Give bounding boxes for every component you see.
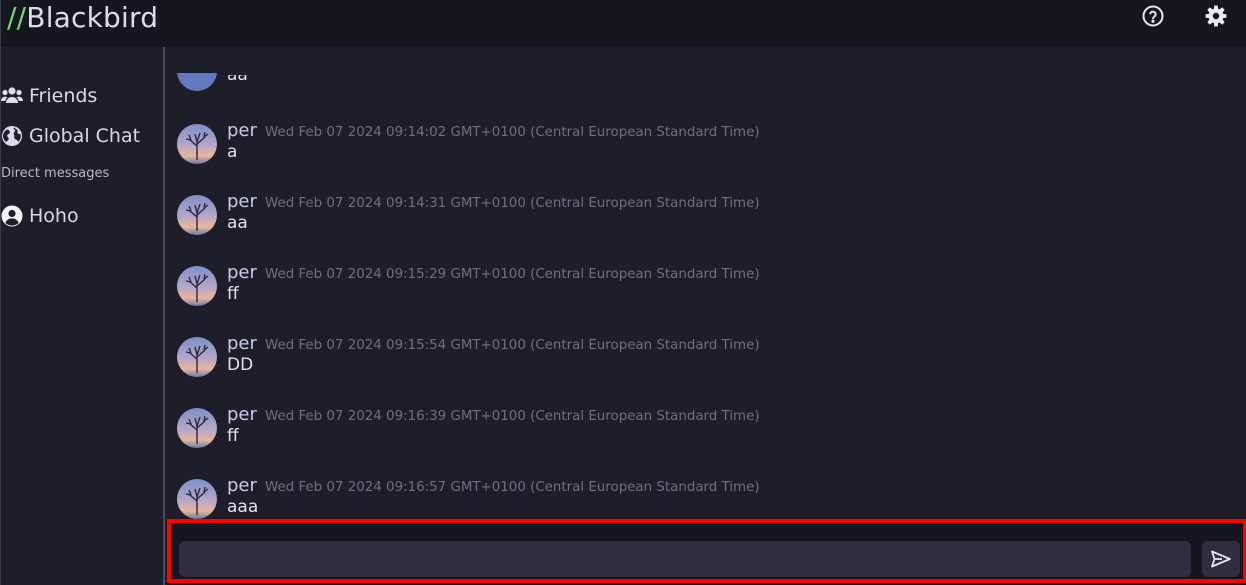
dm-section-heading: Direct messages — [1, 166, 110, 181]
dm-item-hoho[interactable]: Hoho — [1, 202, 79, 230]
avatar — [177, 124, 217, 164]
message-item: per Wed Feb 07 2024 09:16:39 GMT+0100 (C… — [177, 404, 1237, 468]
top-bar: //Blackbird — [1, 0, 1246, 47]
gear-icon[interactable] — [1204, 4, 1228, 28]
message-item: per Wed Feb 07 2024 09:15:29 GMT+0100 (C… — [177, 262, 1237, 326]
message-timestamp: Wed Feb 07 2024 09:14:31 GMT+0100 (Centr… — [265, 196, 760, 211]
message-author[interactable]: per — [227, 191, 257, 212]
avatar — [177, 73, 217, 91]
send-icon — [1211, 550, 1231, 568]
user-icon — [1, 205, 23, 227]
message-input[interactable] — [179, 541, 1191, 577]
sidebar-item-label: Friends — [29, 85, 98, 107]
friends-icon — [1, 87, 23, 103]
globe-icon — [2, 126, 22, 146]
message-item: per Wed Feb 07 2024 09:15:54 GMT+0100 (C… — [177, 333, 1237, 397]
message-timestamp: Wed Feb 07 2024 09:14:02 GMT+0100 (Centr… — [265, 125, 760, 140]
message-timestamp: Wed Feb 07 2024 09:15:54 GMT+0100 (Centr… — [265, 338, 760, 353]
message-author[interactable]: per — [227, 475, 257, 496]
message-author[interactable]: per — [227, 120, 257, 141]
message-text: aa — [227, 75, 248, 85]
app-window: //Blackbird Friends Global Chat Direct m… — [0, 0, 1246, 585]
message-author[interactable]: per — [227, 404, 257, 425]
send-button[interactable] — [1202, 541, 1240, 577]
message-text: a — [227, 142, 238, 162]
message-text: aa — [227, 213, 248, 233]
message-list[interactable]: aa per Wed Feb 07 2024 09:14:02 GMT+0100… — [167, 47, 1246, 519]
help-icon[interactable] — [1141, 4, 1165, 28]
sidebar-item-friends[interactable]: Friends — [1, 82, 97, 110]
avatar — [177, 408, 217, 448]
message-text: ff — [227, 284, 239, 304]
message-timestamp: Wed Feb 07 2024 09:16:39 GMT+0100 (Centr… — [265, 409, 760, 424]
message-timestamp: Wed Feb 07 2024 09:15:29 GMT+0100 (Centr… — [265, 267, 760, 282]
avatar — [177, 479, 217, 519]
message-text: ff — [227, 426, 239, 446]
message-author[interactable]: per — [227, 333, 257, 354]
dm-item-label: Hoho — [29, 205, 79, 227]
message-author[interactable]: per — [227, 262, 257, 283]
message-text: aaa — [227, 497, 259, 517]
message-composer — [167, 519, 1246, 585]
message-timestamp: Wed Feb 07 2024 09:16:57 GMT+0100 (Centr… — [265, 480, 760, 495]
brand-name: Blackbird — [26, 1, 159, 34]
message-text: DD — [227, 355, 254, 375]
message-item: per Wed Feb 07 2024 09:16:57 GMT+0100 (C… — [177, 475, 1237, 519]
sidebar-item-global-chat[interactable]: Global Chat — [1, 122, 140, 150]
sidebar-item-label: Global Chat — [29, 125, 141, 147]
avatar — [177, 266, 217, 306]
message-item: per Wed Feb 07 2024 09:14:31 GMT+0100 (C… — [177, 191, 1237, 255]
avatar — [177, 195, 217, 235]
avatar — [177, 337, 217, 377]
message-item: per Wed Feb 07 2024 09:14:02 GMT+0100 (C… — [177, 120, 1237, 184]
sidebar: Friends Global Chat Direct messages Hoho — [1, 47, 165, 585]
app-brand: //Blackbird — [7, 1, 158, 35]
brand-slashes: // — [7, 1, 27, 34]
